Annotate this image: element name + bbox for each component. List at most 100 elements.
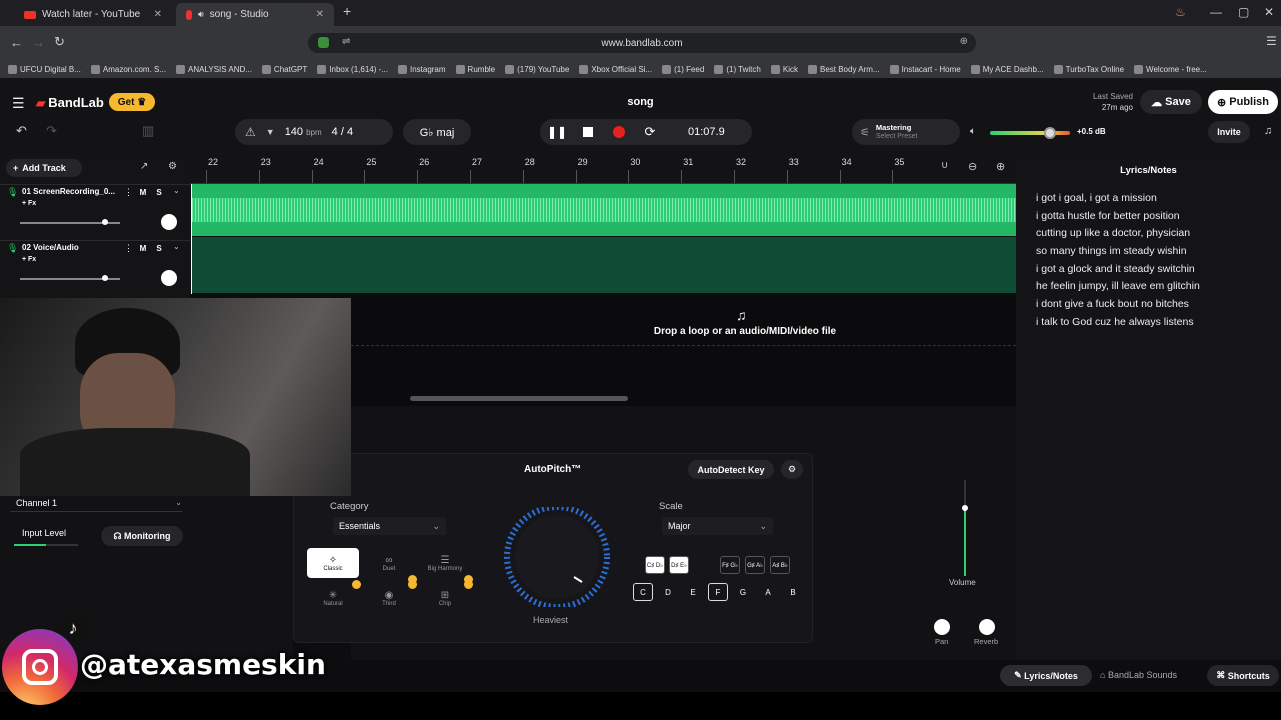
chevron-down-icon[interactable]: ⌄ bbox=[173, 186, 180, 195]
bookmark-item[interactable]: Inbox (1,614) -... bbox=[317, 64, 388, 74]
sharp-key-button[interactable]: A♯ B♭ bbox=[770, 556, 790, 574]
natural-key-button[interactable]: C bbox=[633, 583, 653, 601]
mute-button[interactable]: M bbox=[137, 242, 149, 254]
drop-zone[interactable] bbox=[351, 296, 1016, 406]
bookmark-item[interactable]: Kick bbox=[770, 64, 798, 74]
maximize-button[interactable]: ▢ bbox=[1238, 5, 1249, 19]
autopitch-settings-icon[interactable]: ⚙ bbox=[781, 460, 803, 479]
redo-icon[interactable]: ↷ bbox=[46, 123, 57, 139]
pause-icon[interactable]: ❚❚ bbox=[546, 121, 568, 143]
mastering-button[interactable]: ⚟ Mastering Select Preset bbox=[852, 119, 960, 145]
category-classic[interactable]: ✧ Classic bbox=[307, 548, 359, 578]
category-dropdown[interactable]: Essentials ⌄ bbox=[333, 517, 446, 535]
channel-selector[interactable]: Channel 1 ⌄ bbox=[10, 494, 182, 512]
natural-key-button[interactable]: G bbox=[733, 583, 753, 601]
scale-dropdown[interactable]: Major ⌄ bbox=[662, 517, 773, 535]
sharp-key-button[interactable]: F♯ G♭ bbox=[720, 556, 740, 574]
natural-key-button[interactable]: F bbox=[708, 583, 728, 601]
reload-icon[interactable]: ↻ bbox=[54, 34, 65, 50]
natural-key-button[interactable]: B bbox=[783, 583, 803, 601]
horizontal-scrollbar[interactable] bbox=[410, 396, 628, 401]
track-pan-knob[interactable] bbox=[161, 214, 177, 230]
menu-icon[interactable]: ☰ bbox=[1266, 34, 1277, 48]
master-volume-slider[interactable] bbox=[990, 131, 1070, 135]
chevron-down-icon[interactable]: ⌄ bbox=[173, 242, 180, 251]
bookmark-item[interactable]: UFCU Digital B... bbox=[8, 64, 81, 74]
bookmark-item[interactable]: Rumble bbox=[455, 64, 495, 74]
undo-icon[interactable]: ↶ bbox=[16, 123, 27, 139]
bookmark-item[interactable]: My ACE Dashb... bbox=[970, 64, 1044, 74]
record-button[interactable] bbox=[608, 121, 630, 143]
natural-key-button[interactable]: D bbox=[658, 583, 678, 601]
pan-knob[interactable] bbox=[934, 619, 950, 635]
bandlab-logo[interactable]: ▰ BandLab bbox=[36, 95, 104, 110]
category-big-harmony[interactable]: ☰ Big Harmony bbox=[419, 548, 471, 578]
bookmark-item[interactable]: (179) YouTube bbox=[505, 64, 569, 74]
time-signature[interactable]: 4 / 4 bbox=[332, 126, 353, 138]
solo-button[interactable]: S bbox=[153, 186, 165, 198]
close-icon[interactable]: ✕ bbox=[154, 9, 162, 20]
zoom-in-icon[interactable]: ⊕ bbox=[996, 160, 1005, 173]
solo-button[interactable]: S bbox=[153, 242, 165, 254]
share-icon[interactable]: ⊕ bbox=[960, 36, 968, 47]
bookmark-item[interactable]: Instacart - Home bbox=[889, 64, 961, 74]
automation-icon[interactable]: ↗ bbox=[140, 161, 148, 172]
save-button[interactable]: ☁ Save bbox=[1140, 90, 1202, 114]
hamburger-menu-icon[interactable]: ☰ bbox=[12, 95, 25, 112]
strength-knob[interactable] bbox=[498, 504, 616, 610]
bookmark-item[interactable]: Xbox Official Si... bbox=[579, 64, 652, 74]
natural-key-button[interactable]: E bbox=[683, 583, 703, 601]
bookmark-item[interactable]: Instagram bbox=[397, 64, 446, 74]
master-volume-thumb[interactable] bbox=[1044, 127, 1056, 139]
back-arrow-icon[interactable]: ← bbox=[10, 35, 23, 50]
track-02-region[interactable] bbox=[192, 237, 1016, 293]
close-icon[interactable]: ✕ bbox=[316, 9, 324, 20]
bookmark-item[interactable]: Best Body Arm... bbox=[807, 64, 880, 74]
category-chip[interactable]: ⊞ Chip bbox=[419, 583, 471, 613]
tempo-value[interactable]: 140 bpm bbox=[285, 126, 322, 138]
invite-button[interactable]: Invite bbox=[1208, 121, 1250, 143]
track-fx-button[interactable]: + Fx bbox=[22, 200, 36, 207]
reverb-knob[interactable] bbox=[979, 619, 995, 635]
bookmark-item[interactable]: Amazon.com. S... bbox=[90, 64, 166, 74]
metronome-dropdown-icon[interactable]: ▼ bbox=[266, 127, 275, 137]
magnet-icon[interactable]: ∪ bbox=[941, 160, 948, 171]
playhead[interactable] bbox=[191, 184, 192, 294]
natural-key-button[interactable]: A bbox=[758, 583, 778, 601]
piano-icon[interactable]: ▥ bbox=[142, 123, 154, 139]
bookmark-item[interactable]: Welcome - free... bbox=[1134, 64, 1207, 74]
mute-button[interactable]: M bbox=[137, 186, 149, 198]
category-natural[interactable]: ✳ Natural bbox=[307, 583, 359, 613]
key-selector[interactable]: G♭ maj bbox=[403, 119, 471, 145]
track-more-icon[interactable]: ⋮ bbox=[124, 187, 133, 198]
tab-youtube[interactable]: Watch later - YouTube ✕ bbox=[14, 3, 172, 26]
sharp-key-button[interactable]: C♯ D♭ bbox=[645, 556, 665, 574]
sharp-key-button[interactable]: G♯ A♭ bbox=[745, 556, 765, 574]
site-settings-icon[interactable]: ⇌ bbox=[342, 36, 350, 47]
sharp-key-button[interactable]: D♯ E♭ bbox=[669, 556, 689, 574]
add-track-button[interactable]: + Add Track bbox=[6, 159, 82, 177]
speaker-icon[interactable]: 🔈︎ bbox=[970, 126, 976, 137]
bookmark-item[interactable]: TurboTax Online bbox=[1053, 64, 1124, 74]
track-more-icon[interactable]: ⋮ bbox=[124, 243, 133, 254]
bell-icon[interactable]: ♫ bbox=[1264, 125, 1272, 137]
track-pan-knob[interactable] bbox=[161, 270, 177, 286]
new-tab-button[interactable]: + bbox=[343, 3, 351, 19]
forward-arrow-icon[interactable]: → bbox=[32, 35, 45, 50]
lyrics-text[interactable]: i got i goal, i got a mission i gotta hus… bbox=[1036, 192, 1200, 328]
track-volume-thumb[interactable] bbox=[102, 275, 108, 281]
mic-icon[interactable]: 🎙︎ bbox=[7, 187, 18, 198]
publish-button[interactable]: ⊕ Publish bbox=[1208, 90, 1278, 114]
bookmark-item[interactable]: (1) Twitch bbox=[714, 64, 761, 74]
timeline-ruler[interactable]: 22 23 24 25 26 27 28 29 30 31 32 33 34 35 bbox=[190, 156, 1016, 184]
minimize-button[interactable]: — bbox=[1210, 5, 1222, 19]
get-membership-button[interactable]: Get ♛ bbox=[109, 93, 155, 111]
track-name[interactable]: 02 Voice/Audio bbox=[22, 243, 79, 252]
tab-bandlab-sounds[interactable]: ⌂ BandLab Sounds bbox=[1100, 670, 1177, 680]
url-field[interactable]: ⇌ www.bandlab.com ⊕ bbox=[308, 33, 976, 53]
tab-lyrics-notes[interactable]: ✎ Lyrics/Notes bbox=[1000, 665, 1092, 686]
tab-studio[interactable]: 🔊︎ song - Studio ✕ bbox=[176, 3, 334, 26]
volume-fader-track[interactable] bbox=[964, 480, 966, 576]
monitoring-button[interactable]: ☊ Monitoring bbox=[101, 526, 183, 546]
track-01-region[interactable] bbox=[192, 184, 1016, 236]
